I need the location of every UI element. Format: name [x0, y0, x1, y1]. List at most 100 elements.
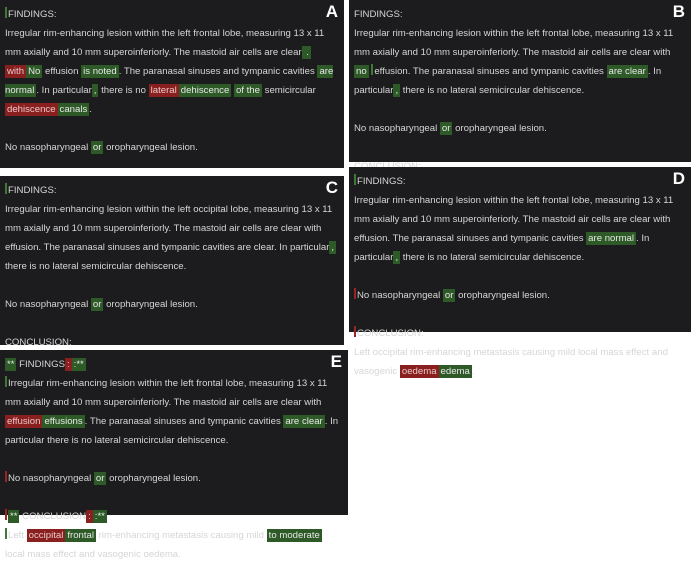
inserted-text: or [93, 472, 107, 485]
inserted-text: :** [71, 358, 86, 371]
panel-d: D FINDINGS: Irregular rim-enhancing lesion… [349, 167, 691, 378]
inserted-text: to moderate [266, 529, 322, 542]
text-segment: FINDINGS [16, 359, 65, 370]
deletion-marker [354, 326, 356, 337]
text-segment: CONCLUSION [19, 511, 87, 522]
report-paragraph: CONCLUSION: [354, 324, 687, 343]
text-segment: local mass effect and vasogenic oedema. [5, 549, 181, 560]
inserted-text: No [26, 65, 43, 78]
panel-e: E ** FINDINGS::** Irregular rim-enhancing … [0, 350, 348, 560]
inserted-text: edema [438, 365, 472, 378]
text-segment: FINDINGS: [354, 9, 403, 20]
report-paragraph: Irregular rim-enhancing lesion within th… [354, 24, 687, 100]
insertion-marker [354, 174, 356, 185]
inserted-text: dehiscence [178, 84, 232, 97]
text-segment: there is no lateral semicircular dehisce… [5, 261, 187, 272]
report-paragraph: ** FINDINGS::** [5, 355, 344, 374]
text-segment: rim-enhancing metastasis causing mild [96, 530, 267, 541]
deleted-text: : [64, 358, 72, 371]
panel-a: A FINDINGS: Irregular rim-enhancing lesion… [0, 0, 344, 229]
text-segment: effusion [42, 66, 82, 77]
text-segment: FINDINGS: [8, 185, 57, 196]
text-segment: effusion. The paranasal sinuses and tymp… [374, 66, 607, 77]
deleted-text: oedema [399, 365, 439, 378]
inserted-text: are clear [606, 65, 648, 78]
deleted-text: lateral [148, 84, 179, 97]
insertion-marker [5, 7, 7, 18]
text-segment: No nasopharyngeal [5, 142, 91, 153]
text-segment: semicircular [261, 85, 316, 96]
inserted-text: is noted [81, 65, 119, 78]
text-segment: No nasopharyngeal [357, 290, 443, 301]
panel-b: B FINDINGS: Irregular rim-enhancing lesion… [349, 0, 691, 210]
panel-label: D [672, 169, 685, 188]
text-segment: FINDINGS: [357, 176, 406, 187]
text-segment: . The paranasal sinuses and tympanic cav… [118, 66, 318, 77]
inserted-text: no [354, 65, 369, 78]
inserted-text: . [301, 46, 311, 59]
inserted-text: effusions [42, 415, 85, 428]
panel-label: C [325, 178, 338, 197]
text-segment: Irregular rim-enhancing lesion within th… [5, 28, 325, 58]
text-segment: . [89, 104, 92, 115]
inserted-text: or [90, 141, 104, 154]
text-segment: No nasopharyngeal [354, 123, 440, 134]
deleted-text: effusion [5, 415, 43, 428]
insertion-marker [5, 183, 7, 194]
report-paragraph: FINDINGS: [354, 172, 687, 191]
text-segment: . The paranasal sinuses and tympanic cav… [84, 416, 284, 427]
text-segment: No nasopharyngeal [8, 473, 94, 484]
text-segment: there is no lateral semicircular dehisce… [400, 252, 585, 263]
report-paragraph: No nasopharyngeal or oropharyngeal lesio… [5, 138, 340, 157]
deleted-text: : [86, 510, 93, 523]
report-paragraph: No nasopharyngeal or oropharyngeal lesio… [354, 119, 687, 138]
text-segment: oropharyngeal lesion. [106, 473, 201, 484]
inserted-text: of the [233, 84, 262, 97]
panel-label: B [672, 2, 685, 21]
inserted-text: , [329, 241, 337, 254]
inserted-text: or [90, 298, 104, 311]
report-paragraph: Irregular rim-enhancing lesion within th… [5, 374, 344, 450]
inserted-text: ** [8, 510, 20, 523]
text-segment: . [471, 366, 475, 377]
text-segment: CONCLUSION: [5, 337, 72, 348]
text-segment: there is no lateral semicircular dehisce… [400, 85, 585, 96]
text-segment: No nasopharyngeal [5, 299, 91, 310]
text-segment: oropharyngeal lesion. [103, 142, 198, 153]
report-paragraph: ** CONCLUSION::** [5, 507, 344, 526]
deletion-marker [5, 471, 7, 482]
insertion-marker [5, 528, 7, 539]
panel-label: E [330, 352, 342, 371]
insertion-marker [5, 376, 7, 387]
inserted-text: ** [5, 358, 17, 371]
text-segment: CONCLUSION: [357, 328, 424, 339]
inserted-text: frontal [65, 529, 97, 542]
inserted-text: are normal [586, 232, 637, 245]
inserted-text: canals [57, 103, 90, 116]
text-segment: there is no [98, 85, 149, 96]
inserted-text: or [442, 289, 456, 302]
panel-c: C FINDINGS: Irregular rim-enhancing lesion… [0, 176, 344, 387]
report-paragraph: No nasopharyngeal or oropharyngeal lesio… [354, 286, 687, 305]
inserted-text: are clear [283, 415, 325, 428]
report-paragraph: Left occipital rim-enhancing metastasis … [354, 343, 687, 381]
inserted-text: :** [92, 510, 107, 523]
inserted-text: or [439, 122, 453, 135]
text-segment: oropharyngeal lesion. [452, 123, 547, 134]
report-paragraph: Left occipitalfrontal rim-enhancing meta… [5, 526, 344, 564]
report-paragraph: Irregular rim-enhancing lesion within th… [5, 24, 340, 119]
report-paragraph: No nasopharyngeal or oropharyngeal lesio… [5, 469, 344, 488]
text-segment: Irregular rim-enhancing lesion within th… [354, 28, 674, 58]
text-segment: oropharyngeal lesion. [455, 290, 550, 301]
panel-label: A [325, 2, 338, 21]
report-paragraph: FINDINGS: [5, 5, 340, 24]
